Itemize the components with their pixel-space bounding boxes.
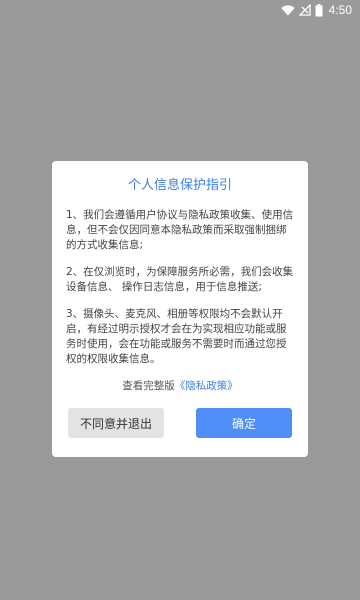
dialog-title: 个人信息保护指引 — [127, 178, 232, 193]
dialog-buttons: 不同意并退出 确定 — [66, 408, 294, 438]
policy-line: 查看完整版《隐私政策》 — [66, 379, 294, 394]
wifi-icon — [280, 4, 295, 16]
decline-exit-button[interactable]: 不同意并退出 — [68, 408, 164, 438]
confirm-button[interactable]: 确定 — [196, 408, 292, 438]
privacy-policy-link[interactable]: 《隐私政策》 — [175, 380, 238, 392]
signal-icon — [298, 4, 311, 16]
status-bar: 4:50 — [0, 0, 360, 20]
battery-icon — [315, 3, 323, 17]
status-time: 4:50 — [328, 3, 352, 17]
privacy-dialog: 个人信息保护指引 1、我们会遵循用户协议与隐私政策收集、使用信息，但不会仅因同意… — [52, 161, 308, 457]
privacy-paragraph-3: 3、摄像头、麦克风、相册等权限均不会默认开启，有经过明示授权才会在为实现相应功能… — [66, 308, 287, 365]
privacy-paragraph-1: 1、我们会遵循用户协议与隐私政策收集、使用信息，但不会仅因同意本隐私政策而采取强… — [66, 209, 294, 251]
privacy-paragraph-2: 2、在仅浏览时，为保障服务所必需，我们会收集设备信息、 操作日志信息，用于信息推… — [66, 266, 294, 293]
policy-prefix: 查看完整版 — [122, 380, 175, 392]
